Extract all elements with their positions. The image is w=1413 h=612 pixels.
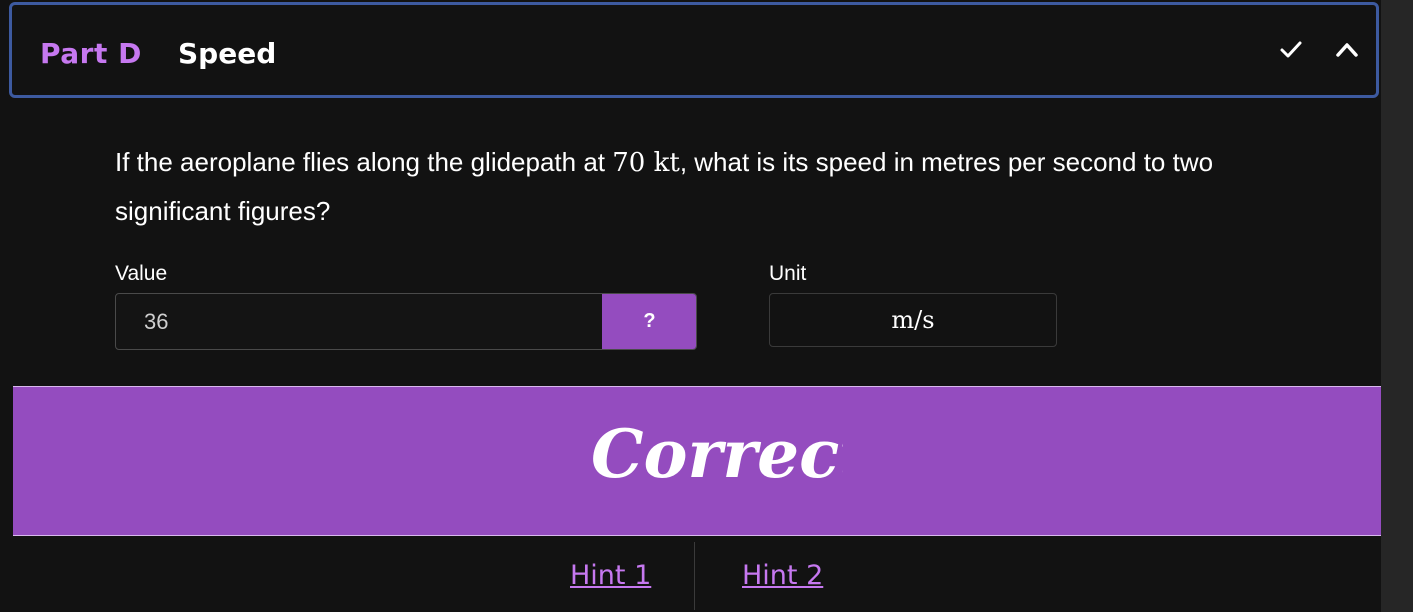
value-label: Value (115, 262, 168, 285)
question-panel: Part D Speed If the aeroplane flies alon… (0, 0, 1381, 612)
hints-bar: Hint 1 Hint 2 (13, 536, 1381, 612)
unit-label: Unit (769, 262, 807, 285)
correct-feedback: Correct! (591, 415, 843, 493)
value-help-button[interactable]: ? (602, 294, 696, 349)
scrollbar-track[interactable] (1381, 0, 1413, 612)
value-input[interactable] (116, 294, 602, 349)
question-text: If the aeroplane flies along the glidepa… (115, 138, 1235, 235)
question-text-before: If the aeroplane flies along the glidepa… (115, 147, 613, 177)
chevron-up-icon[interactable] (1332, 35, 1362, 65)
math-speed: 70 kt (612, 148, 680, 178)
hint-divider (694, 542, 695, 610)
unit-selector[interactable]: m/s (769, 293, 1057, 347)
value-field: ? (115, 293, 697, 350)
hint-2-link[interactable]: Hint 2 (742, 560, 823, 591)
part-header[interactable]: Part D Speed (9, 2, 1379, 98)
part-label: Part D (40, 37, 142, 70)
correct-banner: Correct! (13, 386, 1381, 536)
check-icon (1276, 35, 1306, 65)
part-title: Speed (178, 37, 277, 70)
correct-text: Correct! (591, 415, 843, 493)
hint-1-link[interactable]: Hint 1 (570, 560, 651, 591)
